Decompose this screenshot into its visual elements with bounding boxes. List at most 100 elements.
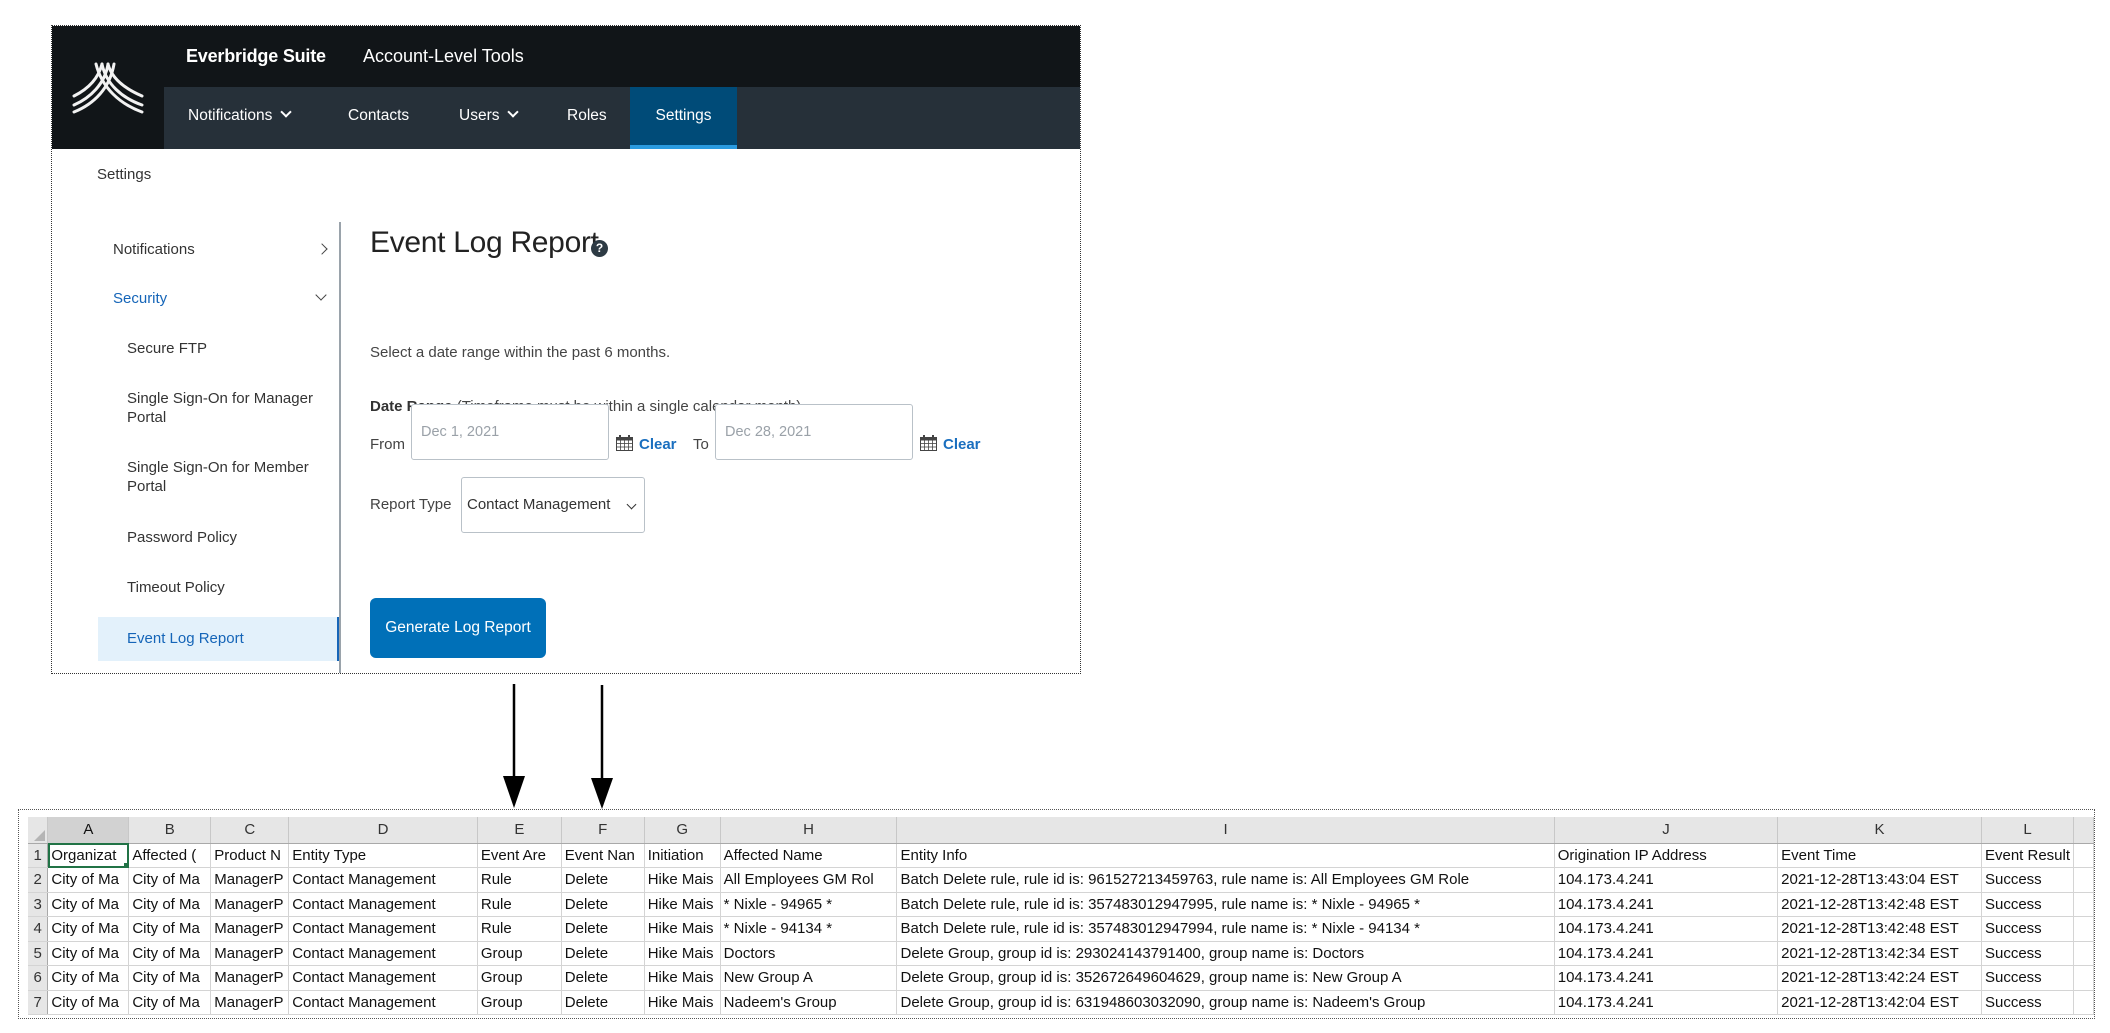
cell[interactable]: Group bbox=[477, 990, 562, 1015]
nav-contacts[interactable]: Contacts bbox=[336, 87, 421, 149]
cell[interactable]: City of Ma bbox=[128, 965, 212, 991]
cell[interactable]: Rule bbox=[477, 892, 562, 917]
cell[interactable]: New Group A bbox=[720, 965, 898, 991]
cell[interactable]: 2021-12-28T13:42:34 EST bbox=[1777, 941, 1982, 966]
cell[interactable]: ManagerP bbox=[210, 916, 290, 942]
cell[interactable]: 104.173.4.241 bbox=[1554, 990, 1779, 1015]
everbridge-logo-icon[interactable] bbox=[72, 62, 144, 114]
cell[interactable]: 104.173.4.241 bbox=[1554, 892, 1779, 917]
cell[interactable]: City of Ma bbox=[47, 990, 130, 1015]
cell[interactable]: City of Ma bbox=[47, 892, 130, 917]
cell[interactable]: Origination IP Address bbox=[1554, 843, 1779, 868]
cell[interactable]: Event Time bbox=[1777, 843, 1982, 868]
cell[interactable]: Success bbox=[1981, 965, 2075, 991]
cell[interactable]: Delete bbox=[561, 941, 645, 966]
cell[interactable]: City of Ma bbox=[47, 965, 130, 991]
cell[interactable]: Contact Management bbox=[288, 867, 478, 893]
cell[interactable]: City of Ma bbox=[47, 916, 130, 942]
generate-log-report-button[interactable]: Generate Log Report bbox=[370, 598, 546, 658]
cell[interactable]: Hike Mais bbox=[644, 916, 721, 942]
cell[interactable]: Event Are bbox=[477, 843, 562, 868]
cell[interactable]: City of Ma bbox=[47, 867, 130, 893]
cell[interactable]: Initiation bbox=[644, 843, 721, 868]
sidebar-item-sso-member-portal[interactable]: Single Sign-On for Member Portal bbox=[98, 458, 328, 496]
sidebar-item-timeout-policy[interactable]: Timeout Policy bbox=[98, 578, 340, 597]
row-number[interactable]: 7 bbox=[28, 990, 49, 1015]
row-number[interactable]: 5 bbox=[28, 941, 49, 966]
row-number[interactable]: 4 bbox=[28, 916, 49, 942]
cell[interactable]: Contact Management bbox=[288, 990, 478, 1015]
column-header[interactable]: G bbox=[644, 817, 721, 844]
row-number[interactable]: 1 bbox=[28, 843, 49, 868]
cell[interactable]: 104.173.4.241 bbox=[1554, 965, 1779, 991]
cell[interactable]: Affected Name bbox=[720, 843, 898, 868]
cell[interactable]: Success bbox=[1981, 941, 2075, 966]
cell[interactable]: Contact Management bbox=[288, 916, 478, 942]
cell[interactable]: Hike Mais bbox=[644, 867, 721, 893]
cell[interactable]: Delete Group, group id is: 3526726496046… bbox=[896, 965, 1555, 991]
cell[interactable]: Hike Mais bbox=[644, 892, 721, 917]
sidebar-item-secure-ftp[interactable]: Secure FTP bbox=[98, 339, 340, 358]
cell[interactable]: 104.173.4.241 bbox=[1554, 916, 1779, 942]
cell[interactable]: Contact Management bbox=[288, 892, 478, 917]
cell[interactable]: Delete bbox=[561, 965, 645, 991]
cell[interactable]: Delete bbox=[561, 916, 645, 942]
cell-empty[interactable] bbox=[2073, 990, 2094, 1015]
cell[interactable]: Product N bbox=[210, 843, 290, 868]
cell[interactable]: Delete bbox=[561, 867, 645, 893]
cell[interactable]: Entity Info bbox=[896, 843, 1555, 868]
cell[interactable]: 104.173.4.241 bbox=[1554, 867, 1779, 893]
calendar-icon[interactable] bbox=[920, 435, 937, 451]
cell[interactable]: 2021-12-28T13:42:24 EST bbox=[1777, 965, 1982, 991]
cell[interactable]: Rule bbox=[477, 916, 562, 942]
cell-empty[interactable] bbox=[2073, 843, 2094, 868]
cell[interactable]: Delete Group, group id is: 6319486030320… bbox=[896, 990, 1555, 1015]
cell-empty[interactable] bbox=[2073, 867, 2094, 893]
cell-empty[interactable] bbox=[2073, 941, 2094, 966]
sidebar-item-security[interactable]: Security bbox=[98, 289, 340, 308]
cell[interactable]: City of Ma bbox=[128, 892, 212, 917]
cell[interactable]: 2021-12-28T13:43:04 EST bbox=[1777, 867, 1982, 893]
cell[interactable]: Group bbox=[477, 965, 562, 991]
cell[interactable]: City of Ma bbox=[128, 990, 212, 1015]
nav-roles[interactable]: Roles bbox=[555, 87, 619, 149]
nav-users[interactable]: Users bbox=[447, 87, 529, 149]
cell[interactable]: Delete bbox=[561, 990, 645, 1015]
cell[interactable]: ManagerP bbox=[210, 867, 290, 893]
select-all-corner[interactable] bbox=[28, 817, 49, 844]
cell[interactable]: City of Ma bbox=[128, 941, 212, 966]
cell[interactable]: Success bbox=[1981, 916, 2075, 942]
cell-empty[interactable] bbox=[2073, 965, 2094, 991]
column-header[interactable]: E bbox=[477, 817, 562, 844]
column-header[interactable]: D bbox=[288, 817, 478, 844]
column-header-empty[interactable] bbox=[2073, 817, 2094, 844]
cell[interactable]: 2021-12-28T13:42:48 EST bbox=[1777, 892, 1982, 917]
cell[interactable]: City of Ma bbox=[128, 916, 212, 942]
sidebar-item-notifications[interactable]: Notifications bbox=[98, 240, 340, 259]
cell[interactable]: Affected ( bbox=[128, 843, 212, 868]
cell[interactable]: * Nixle - 94134 * bbox=[720, 916, 898, 942]
cell[interactable]: 2021-12-28T13:42:48 EST bbox=[1777, 916, 1982, 942]
cell[interactable]: ManagerP bbox=[210, 941, 290, 966]
cell[interactable]: ManagerP bbox=[210, 892, 290, 917]
report-type-select[interactable]: Contact Management bbox=[461, 477, 645, 533]
cell[interactable]: 2021-12-28T13:42:04 EST bbox=[1777, 990, 1982, 1015]
cell[interactable]: Delete Group, group id is: 2930241437914… bbox=[896, 941, 1555, 966]
cell[interactable]: Contact Management bbox=[288, 965, 478, 991]
cell[interactable]: Batch Delete rule, rule id is: 961527213… bbox=[896, 867, 1555, 893]
cell[interactable]: City of Ma bbox=[47, 941, 130, 966]
brand-name[interactable]: Everbridge Suite bbox=[186, 46, 326, 67]
column-header[interactable]: B bbox=[128, 817, 212, 844]
column-header[interactable]: J bbox=[1554, 817, 1779, 844]
calendar-icon[interactable] bbox=[616, 435, 633, 451]
cell[interactable]: Batch Delete rule, rule id is: 357483012… bbox=[896, 916, 1555, 942]
cell[interactable]: Delete bbox=[561, 892, 645, 917]
cell[interactable]: Group bbox=[477, 941, 562, 966]
from-date-input[interactable]: Dec 1, 2021 bbox=[411, 404, 609, 460]
cell[interactable]: All Employees GM Rol bbox=[720, 867, 898, 893]
cell[interactable]: Organizat bbox=[47, 843, 130, 868]
cell[interactable]: Hike Mais bbox=[644, 990, 721, 1015]
nav-notifications[interactable]: Notifications bbox=[176, 87, 302, 149]
cell[interactable]: 104.173.4.241 bbox=[1554, 941, 1779, 966]
clear-from-date-link[interactable]: Clear bbox=[639, 436, 677, 453]
